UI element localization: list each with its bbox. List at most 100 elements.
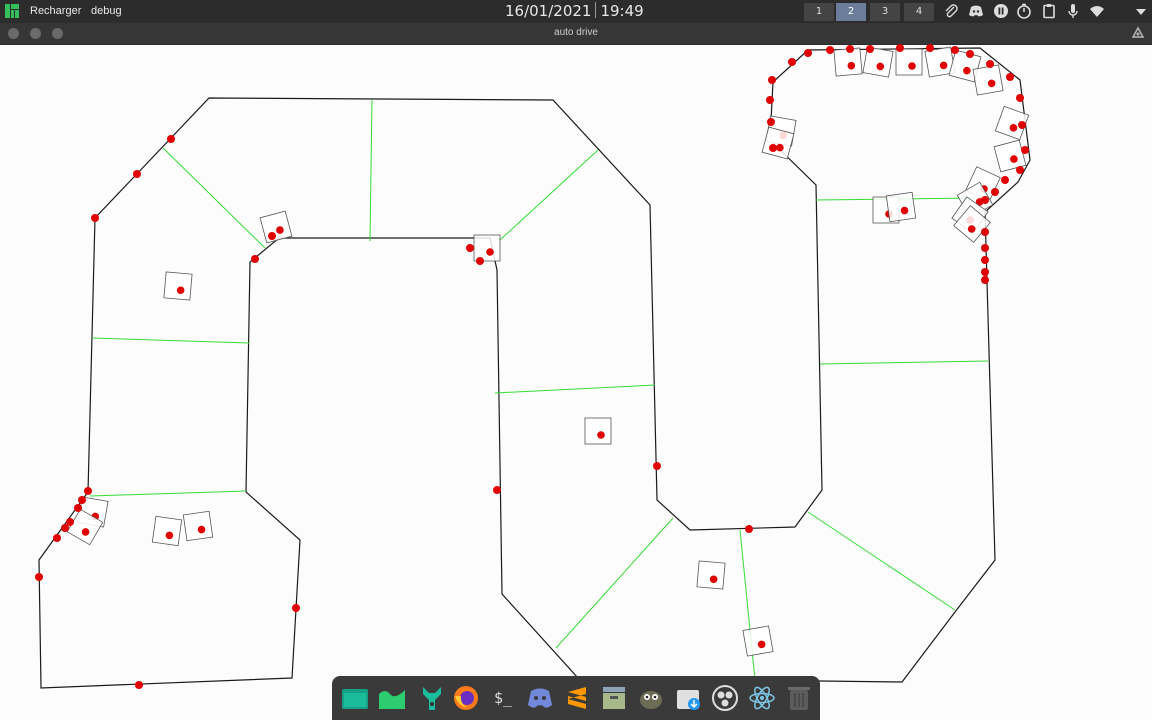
collision-dot [826,46,834,54]
agent-car [742,625,774,657]
collision-dot [896,44,904,52]
checkpoint-line [494,384,656,394]
checkpoint-line [369,99,373,242]
collision-dot [74,504,82,512]
collision-dot [1021,146,1029,154]
discord-app-icon[interactable] [526,684,554,712]
menu-debug[interactable]: debug [91,5,122,17]
agent-car [885,191,917,223]
checkpoint-line [819,360,989,365]
collision-dot [466,244,474,252]
atom-icon[interactable] [748,684,776,712]
collision-dot [745,525,753,533]
collision-dot [991,188,999,196]
collision-dot [769,144,777,152]
collision-dot [981,268,989,276]
checkpoint-line [555,517,674,649]
window-titlebar[interactable]: auto drive [0,23,1152,45]
checkpoint-line [91,337,250,344]
sublime-icon[interactable] [563,684,591,712]
collision-dot [1016,166,1024,174]
clipboard-icon[interactable] [1041,3,1057,19]
discord-icon[interactable] [968,3,984,19]
manjaro-logo-icon[interactable] [4,3,20,19]
terminal-icon[interactable]: $_ [489,684,517,712]
collision-dot [1001,176,1009,184]
track-walls [38,47,1031,689]
collision-dot [951,46,959,54]
workspace-3[interactable]: 3 [870,3,900,21]
agent-body [885,191,917,223]
collision-dot [91,214,99,222]
agent-body [473,234,501,262]
collision-dot [167,135,175,143]
agent-car [895,48,923,76]
paperclip-icon[interactable] [943,3,959,19]
collision-dot [476,257,484,265]
collision-dot [966,50,974,58]
agent-body [182,510,214,542]
dropdown-icon[interactable] [1133,3,1149,19]
agent-sensor-dot [908,62,916,70]
checkpoint-line [89,490,247,497]
collision-dot [767,118,775,126]
firefox-icon[interactable] [452,684,480,712]
checkpoint-line [807,511,956,611]
pause-icon[interactable] [993,3,1009,19]
agent-body [742,625,774,657]
collision-dot [53,534,61,542]
collision-dot [135,681,143,689]
collision-dot [788,58,796,66]
collision-dot [981,244,989,252]
collision-dot [846,45,854,53]
time-label: 19:49 [600,2,644,20]
agent-body [584,417,612,445]
workspace-1[interactable]: 1 [804,3,834,21]
downloads-icon[interactable] [674,684,702,712]
collision-dot [766,96,774,104]
outer-track-wall [38,47,1031,689]
collision-dot [981,276,989,284]
system-top-bar: Recharger debug 16/01/2021 19:49 1 2 3 4 [0,0,1152,23]
agent-car [163,271,193,301]
checkpoint-line [739,529,756,681]
timer-icon[interactable] [1016,3,1032,19]
wave-icon[interactable] [378,684,406,712]
collision-dot [61,524,69,532]
collision-dot [292,604,300,612]
workspace-4[interactable]: 4 [904,3,934,21]
collision-dot [986,60,994,68]
agent-body [895,48,923,76]
collision-dot [268,232,276,240]
collision-dot [981,256,989,264]
archive-icon[interactable] [600,684,628,712]
agent-body [163,271,193,301]
checkpoint-line [162,147,266,249]
trash-icon[interactable] [785,684,813,712]
agent-cars [66,46,1030,657]
collision-dot [1016,94,1024,102]
collision-dot [133,170,141,178]
collision-dot [768,76,776,84]
pygame-icon [1131,26,1145,38]
agent-car [151,515,183,547]
collision-dot [926,44,934,52]
collision-dot [804,49,812,57]
menu-recharger[interactable]: Recharger [30,5,81,17]
checkpoint-line [499,149,599,241]
collision-dot [1018,121,1026,129]
simulation-canvas[interactable] [0,44,1152,720]
gimp-icon[interactable] [637,684,665,712]
wifi-icon[interactable] [1089,3,1105,19]
collision-dot [866,45,874,53]
files-icon[interactable] [341,684,369,712]
obs-icon[interactable] [711,684,739,712]
collision-dot [35,573,43,581]
collision-points [35,44,1029,689]
workspace-2[interactable]: 2 [836,3,866,21]
tools-icon[interactable] [415,684,443,712]
microphone-icon[interactable] [1065,3,1081,19]
checkpoint-lines [89,99,989,681]
clock[interactable]: 16/01/2021 19:49 [505,2,644,20]
agent-body [696,560,726,590]
